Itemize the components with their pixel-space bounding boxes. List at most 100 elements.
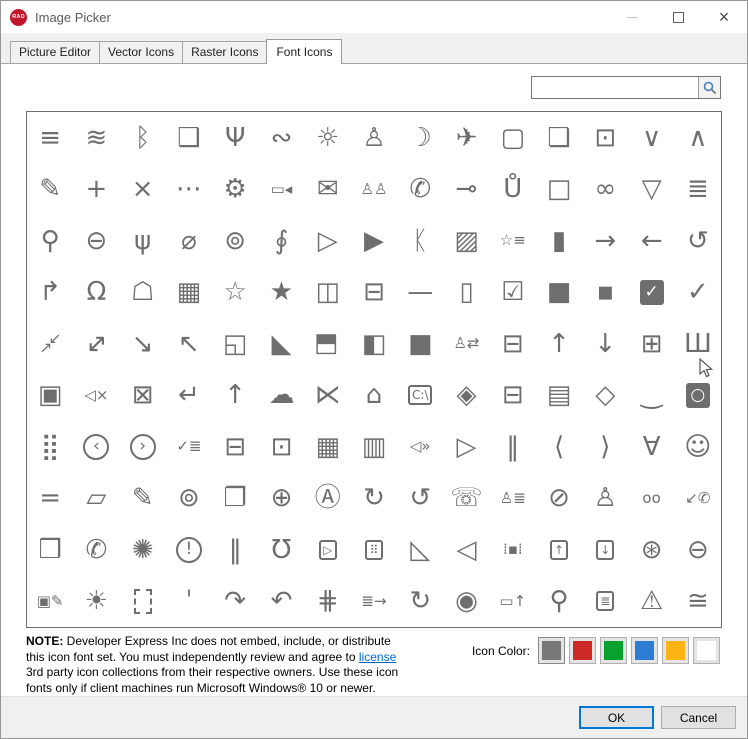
grid-tiles-icon[interactable]: ⊞ [628, 318, 674, 370]
display-upload-icon[interactable]: ▭↑ [490, 576, 536, 628]
close-button[interactable]: × [701, 1, 747, 33]
users-icon[interactable]: ♙♙ [351, 164, 397, 216]
unlock-icon[interactable]: Ʊ [258, 524, 304, 576]
pencil-icon[interactable]: ✎ [27, 164, 73, 216]
checklist-icon[interactable]: ✓≣ [166, 421, 212, 473]
speaker-device-icon[interactable]: ⊚ [166, 473, 212, 525]
share-curl-icon[interactable]: ∾ [258, 112, 304, 164]
chevron-down-icon[interactable]: ∨ [628, 112, 674, 164]
titlebar[interactable]: RAD Image Picker × [1, 1, 747, 33]
ok-button[interactable]: OK [579, 706, 654, 729]
cloud-icon[interactable]: ☁ [258, 370, 304, 422]
circle-chevron-right-icon[interactable]: › [120, 421, 166, 473]
star-outline-icon[interactable]: ☆ [212, 267, 258, 319]
undo-curve-icon[interactable]: ↶ [258, 576, 304, 628]
megaphone-icon[interactable]: ◁ [443, 524, 489, 576]
zoom-out-icon[interactable]: ⊖ [73, 215, 119, 267]
license-link[interactable]: license [359, 650, 396, 664]
icon-color-red[interactable] [569, 637, 596, 664]
clipboard-icon[interactable]: ❒ [27, 524, 73, 576]
warning-triangle-icon[interactable]: ⚠ [628, 576, 674, 628]
play-outline-icon[interactable]: ▷ [443, 421, 489, 473]
arrow-left-icon[interactable]: ← [628, 215, 674, 267]
tab-picture-editor[interactable]: Picture Editor [10, 41, 100, 63]
save-edit-icon[interactable]: ▣✎ [27, 576, 73, 628]
arrow-down-right-icon[interactable]: ↘ [120, 318, 166, 370]
volume-on-icon[interactable]: ◁» [397, 421, 443, 473]
tab-font-icons[interactable]: Font Icons [266, 39, 342, 64]
square-quarter-filled-icon[interactable]: ◣ [258, 318, 304, 370]
arrow-down-icon[interactable]: ↓ [582, 318, 628, 370]
hamburger-menu-icon[interactable]: ≡ [27, 112, 73, 164]
keyboard-dock-right-icon[interactable]: ⊡ [258, 421, 304, 473]
navigation-pad-icon[interactable]: ◈ [443, 370, 489, 422]
icon-color-gray[interactable] [538, 637, 565, 664]
phone-incoming-icon[interactable]: ↙✆ [675, 473, 721, 525]
crop-icon[interactable]: ⋕ [305, 576, 351, 628]
wifi-icon[interactable]: ≋ [73, 112, 119, 164]
printer-icon[interactable]: ⊟ [490, 318, 536, 370]
icon-color-white[interactable] [693, 637, 720, 664]
return-key-icon[interactable]: ↵ [166, 370, 212, 422]
user-swap-icon[interactable]: ♙⇄ [443, 318, 489, 370]
keyboard-dock-left-icon[interactable]: ⊟ [212, 421, 258, 473]
pin-round-icon[interactable]: ⚲ [536, 576, 582, 628]
camera-icon[interactable]: ⊚ [212, 215, 258, 267]
search-magnifier-icon[interactable]: ⚲ [27, 215, 73, 267]
filled-square-small-icon[interactable]: ▪ [582, 267, 628, 319]
link-chain-icon[interactable]: ∞ [582, 164, 628, 216]
save-download-icon[interactable]: ↓ [582, 524, 628, 576]
square-outline-icon[interactable]: □ [536, 164, 582, 216]
eye-icon[interactable]: ◉ [443, 576, 489, 628]
tab-vector-icons[interactable]: Vector Icons [99, 41, 183, 63]
collapse-diagonal-icon[interactable]: →← [27, 318, 73, 370]
rectangle-outline-icon[interactable]: ▯ [443, 267, 489, 319]
window-titlebar-icon[interactable]: ⊟ [351, 267, 397, 319]
checkbox-filled-inverse-icon[interactable]: ✓ [628, 267, 674, 319]
minimize-button[interactable] [609, 1, 655, 33]
microphone-icon[interactable]: ψ [120, 215, 166, 267]
checkmark-icon[interactable]: ✓ [675, 267, 721, 319]
chevron-right-icon[interactable]: ⟩ [582, 421, 628, 473]
eraser-diamond-icon[interactable]: ◇ [582, 370, 628, 422]
brightness-contrast-icon[interactable]: ☀ [73, 576, 119, 628]
globe-icon[interactable]: ⊕ [258, 473, 304, 525]
arrow-up-left-icon[interactable]: ↖ [166, 318, 212, 370]
tablet-icon[interactable]: ▢ [490, 112, 536, 164]
volume-less-icon[interactable]: ⊖ [675, 524, 721, 576]
keyboard-split-icon[interactable]: ▥ [351, 421, 397, 473]
bullet-list-icon[interactable]: ≣ [675, 164, 721, 216]
monitor-star-icon[interactable]: ⊡ [582, 112, 628, 164]
marker-funnel-icon[interactable]: ∀ [628, 421, 674, 473]
exclamation-circle-icon[interactable]: ! [166, 524, 212, 576]
alert-lamp-icon[interactable]: ✺ [120, 524, 166, 576]
tab-raster-icons[interactable]: Raster Icons [182, 41, 267, 63]
phone-with-monitor-icon[interactable]: ❑ [166, 112, 212, 164]
file-filled-icon[interactable]: ▮ [536, 215, 582, 267]
palette-icon[interactable]: ⊛ [628, 524, 674, 576]
paperclip-icon[interactable]: ∮ [258, 215, 304, 267]
minus-line-icon[interactable]: — [397, 267, 443, 319]
double-bars-icon[interactable]: ‖ [212, 524, 258, 576]
text-cursor-mark-icon[interactable]: ˈ [166, 576, 212, 628]
person-marker-icon[interactable]: ♙ [351, 112, 397, 164]
filled-square-icon[interactable]: ■ [536, 267, 582, 319]
clock-history-icon[interactable]: ↻ [351, 473, 397, 525]
person-icon[interactable]: ♙ [582, 473, 628, 525]
volume-mute-icon[interactable]: ◁× [73, 370, 119, 422]
dialpad-icon[interactable]: ⣿ [27, 421, 73, 473]
search-button[interactable] [698, 77, 720, 98]
square-bottom-filled-icon[interactable]: ◧ [305, 318, 351, 370]
hatched-square-icon[interactable]: ▨ [443, 215, 489, 267]
save-floppy-icon[interactable]: ▣ [27, 370, 73, 422]
video-camera-icon[interactable]: ▭◂ [258, 164, 304, 216]
copy-search-icon[interactable]: ❐ [212, 473, 258, 525]
window-split-icon[interactable]: ▤ [536, 370, 582, 422]
circle-chevron-left-icon[interactable]: ‹ [73, 421, 119, 473]
ellipsis-icon[interactable]: ⋯ [166, 164, 212, 216]
pin-disabled-icon[interactable]: ⊘ [536, 473, 582, 525]
filter-funnel-icon[interactable]: ▽ [628, 164, 674, 216]
icon-color-amber[interactable] [662, 637, 689, 664]
chevron-left-icon[interactable]: ⟨ [536, 421, 582, 473]
upload-box-icon[interactable]: ↑ [536, 524, 582, 576]
